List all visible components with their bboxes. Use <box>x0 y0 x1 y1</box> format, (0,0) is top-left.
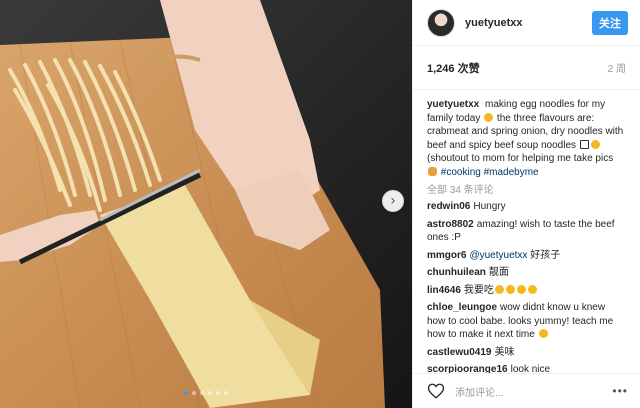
hashtag-link[interactable]: #cooking <box>441 167 481 178</box>
comment-username[interactable]: astro8802 <box>427 219 474 230</box>
comment-username[interactable]: scorpioorange16 <box>427 364 508 373</box>
comment-list: yuetyuetxx making egg noodles for my fam… <box>413 90 640 373</box>
mention-link[interactable]: @yuetyuetxx <box>469 250 527 261</box>
chevron-right-icon: › <box>390 193 396 209</box>
heart-icon[interactable] <box>427 382 445 400</box>
grinning-emoji-icon <box>484 112 494 122</box>
carousel-indicator <box>0 391 412 395</box>
post-header: yuetyuetxx 关注 <box>413 0 640 46</box>
carousel-dot <box>200 391 204 395</box>
noodle-photo-image <box>0 0 412 408</box>
caption: yuetyuetxx making egg noodles for my fam… <box>427 98 626 179</box>
smile-emoji-icon <box>516 284 526 294</box>
comment-item: lin4646 我要吃 <box>427 284 626 298</box>
next-photo-button[interactable]: › <box>382 190 404 212</box>
carousel-dot <box>184 391 188 395</box>
comment-text: Hungry <box>473 201 506 212</box>
post-side-panel: yuetyuetxx 关注 1,246 次赞 2 周 yuetyuetxx ma… <box>412 0 640 408</box>
comment-username[interactable]: mmgor6 <box>427 250 466 261</box>
comment-footer: 添加评论... ••• <box>413 373 640 408</box>
comment-username[interactable]: chloe_leungoe <box>427 302 497 313</box>
more-options-icon[interactable]: ••• <box>612 384 628 398</box>
box-emoji-icon <box>579 139 589 149</box>
praying-hands-emoji-icon <box>428 166 437 176</box>
post-photo[interactable]: › <box>0 0 412 408</box>
comment-item: scorpioorange16 look nice <box>427 363 626 373</box>
smile-emoji-icon <box>590 139 600 149</box>
caption-text: (shoutout to mom for helping me take pic… <box>427 153 614 164</box>
comment-text: 美味 <box>494 346 515 358</box>
comment-username[interactable]: chunhuilean <box>427 267 486 278</box>
comment-item: redwin06 Hungry <box>427 200 626 214</box>
caption-username[interactable]: yuetyuetxx <box>427 99 479 110</box>
like-count[interactable]: 1,246 次赞 <box>427 60 480 76</box>
comment-text: 好孩子 <box>530 249 561 261</box>
hashtag-link[interactable]: #madebyme <box>484 167 539 178</box>
comment-username[interactable]: redwin06 <box>427 201 470 212</box>
avatar[interactable] <box>427 8 455 37</box>
smile-emoji-icon <box>505 284 515 294</box>
comment-item: castlewu0419 美味 <box>427 346 626 360</box>
smile-emoji-icon <box>527 284 537 294</box>
comment-item: chloe_leungoe wow didnt know u knew how t… <box>427 301 626 342</box>
carousel-dot <box>208 391 212 395</box>
comment-item: mmgor6 @yuetyuetxx 好孩子 <box>427 249 626 263</box>
carousel-dot <box>192 391 196 395</box>
comment-item: astro8802 amazing! wish to taste the beef… <box>427 218 626 245</box>
comment-text: 我要吃 <box>463 284 494 296</box>
smile-emoji-icon <box>494 284 504 294</box>
comment-text: 靓面 <box>488 267 509 278</box>
post-meta: 1,246 次赞 2 周 <box>413 46 640 90</box>
comment-input[interactable]: 添加评论... <box>455 384 612 399</box>
view-all-comments-link[interactable]: 全部 34 条评论 <box>427 181 626 196</box>
comment-text: look nice <box>510 364 551 373</box>
smile-emoji-icon <box>538 329 548 338</box>
carousel-dot <box>224 391 228 395</box>
carousel-dot <box>216 391 220 395</box>
post-username[interactable]: yuetyuetxx <box>465 17 592 29</box>
comment-item: chunhuilean 靓面 <box>427 266 626 280</box>
post-age[interactable]: 2 周 <box>608 60 626 75</box>
follow-button[interactable]: 关注 <box>592 10 628 35</box>
comment-username[interactable]: lin4646 <box>427 285 461 296</box>
comment-username[interactable]: castlewu0419 <box>427 347 492 358</box>
